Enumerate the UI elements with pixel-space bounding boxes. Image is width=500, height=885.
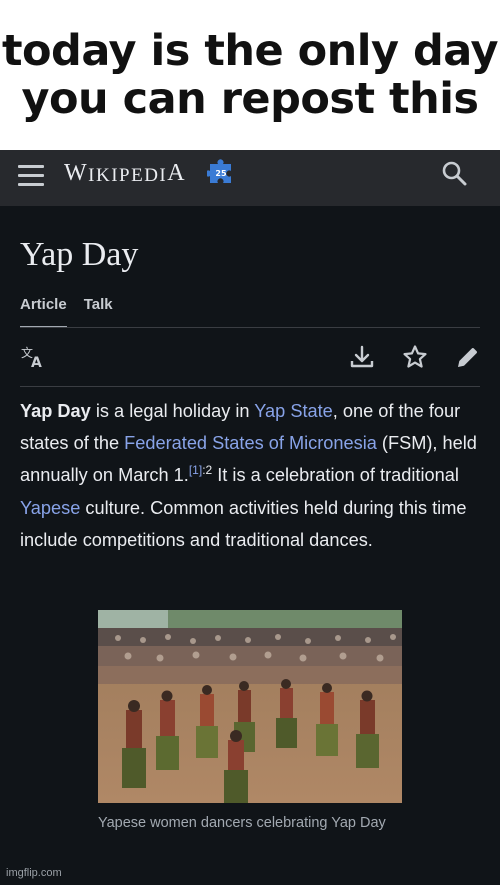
wordmark-middle: IKIPEDI (88, 165, 168, 186)
text-run: It is a celebration of traditional (212, 465, 459, 486)
wikipedia-wordmark[interactable]: W IKIPEDI A (64, 157, 186, 187)
actions-divider (20, 386, 480, 387)
svg-text:A: A (31, 355, 42, 370)
citation-link[interactable]: [1] (189, 463, 202, 477)
article-tabs: Article Talk (20, 294, 113, 328)
page-actions: 文 A (20, 344, 480, 372)
text-run: is a legal holiday in (90, 401, 255, 421)
article: Yap Day Article Talk 文 A Yap Day is a le… (0, 206, 500, 885)
citation-ref: [1]:2 (189, 463, 212, 477)
svg-text:25: 25 (215, 169, 227, 178)
link-yapese[interactable]: Yapese (20, 498, 80, 518)
imgflip-watermark: imgflip.com (6, 867, 62, 879)
meme-caption: today is the only day you can repost thi… (0, 0, 500, 150)
tab-talk[interactable]: Talk (84, 294, 113, 328)
wordmark-initial: W (64, 160, 89, 186)
star-icon[interactable] (402, 344, 428, 370)
language-icon[interactable]: 文 A (20, 344, 46, 370)
article-figure: Yapese women dancers celebrating Yap Day (98, 610, 402, 834)
figure-caption: Yapese women dancers celebrating Yap Day (98, 815, 386, 831)
hamburger-menu-icon[interactable] (18, 165, 44, 187)
page-title: Yap Day (20, 236, 139, 273)
bold-term: Yap Day (20, 401, 91, 421)
dancers-photo[interactable] (98, 610, 402, 803)
download-icon[interactable] (349, 344, 375, 370)
search-icon[interactable] (441, 160, 467, 186)
tabs-divider (20, 327, 480, 328)
wikipedia-25-puzzle-icon: 25 (207, 159, 231, 183)
article-lead-paragraph: Yap Day is a legal holiday in Yap State,… (20, 395, 482, 556)
edit-pencil-icon[interactable] (455, 344, 481, 370)
tab-article[interactable]: Article (20, 294, 67, 328)
caption-line-1: today is the only day (1, 25, 499, 76)
link-yap-state[interactable]: Yap State (254, 401, 333, 421)
wordmark-final: A (167, 160, 187, 186)
citation-page: :2 (202, 463, 213, 478)
caption-line-2: you can repost this (21, 74, 479, 124)
text-run: culture. Common activities held during t… (20, 497, 467, 550)
link-federated-states-of-micronesia[interactable]: Federated States of Micronesia (124, 433, 377, 453)
